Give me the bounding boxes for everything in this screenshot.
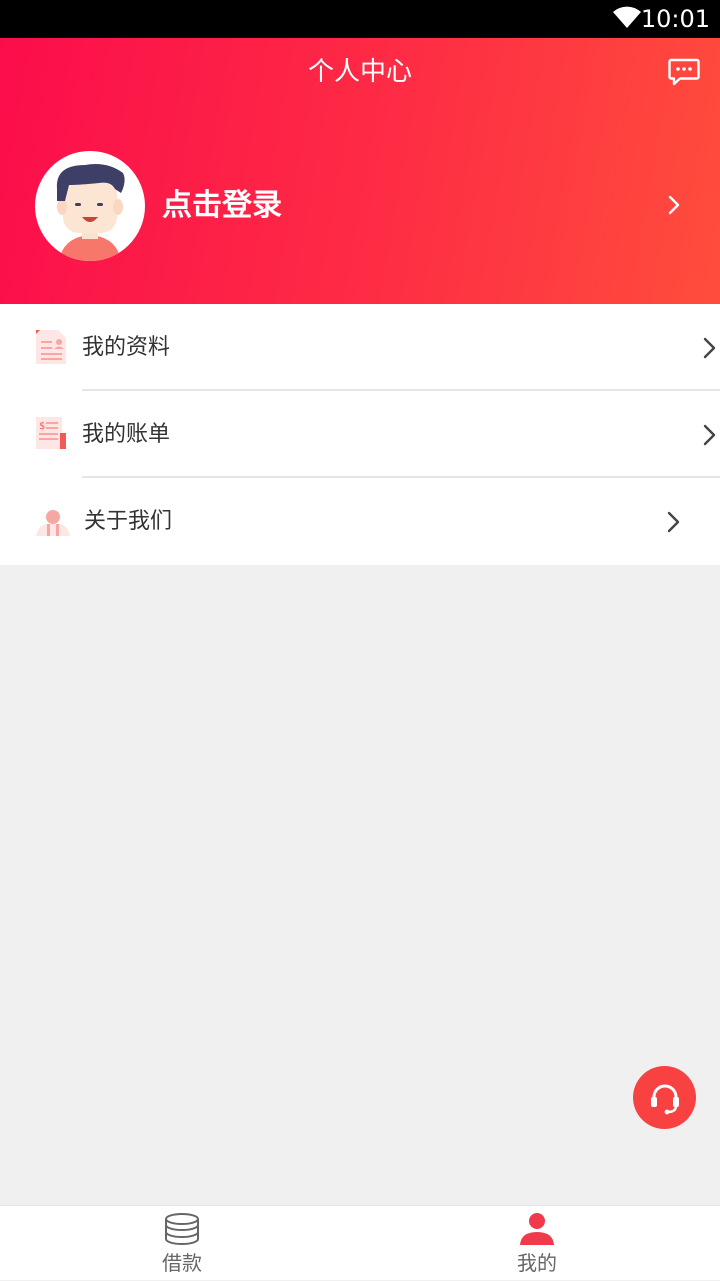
- bill-icon: $: [36, 417, 66, 449]
- headset-icon: [650, 1084, 679, 1114]
- tab-borrow[interactable]: 借款: [122, 1206, 242, 1281]
- coins-stack-icon: [165, 1213, 199, 1245]
- message-button[interactable]: [664, 54, 704, 90]
- login-prompt[interactable]: 点击登录: [162, 184, 282, 228]
- menu-label: 我的账单: [82, 422, 171, 447]
- wifi-icon: [613, 6, 641, 28]
- tab-mine[interactable]: 我的: [477, 1206, 597, 1281]
- profile-doc-icon: [36, 330, 66, 364]
- profile-header: 个人中心 点击登录: [0, 38, 720, 304]
- menu-item-my-profile[interactable]: 我的资料: [0, 304, 720, 391]
- status-bar: 10:01: [0, 0, 720, 38]
- avatar[interactable]: [35, 151, 145, 261]
- menu-item-about-us[interactable]: 关于我们: [0, 478, 720, 565]
- chevron-right-icon: [703, 424, 716, 446]
- svg-text:$: $: [39, 421, 45, 432]
- clock: 10:01: [640, 5, 710, 33]
- tab-label: 我的: [517, 1251, 557, 1275]
- about-us-icon: [36, 510, 70, 536]
- person-icon: [520, 1213, 554, 1245]
- menu-list: 我的资料 $ 我的账单 关于我们: [0, 304, 720, 565]
- menu-item-my-bill[interactable]: $ 我的账单: [0, 391, 720, 478]
- customer-service-button[interactable]: [633, 1066, 696, 1129]
- menu-label: 我的资料: [82, 335, 171, 360]
- chevron-right-icon: [667, 511, 680, 533]
- chevron-right-icon: [703, 337, 716, 359]
- bottom-tab-bar: 借款 我的: [0, 1205, 720, 1280]
- message-icon: [668, 58, 700, 86]
- avatar-illustration: [56, 164, 125, 261]
- tab-label: 借款: [162, 1251, 202, 1275]
- chevron-right-icon[interactable]: [662, 190, 686, 220]
- menu-label: 关于我们: [84, 509, 173, 534]
- page-title: 个人中心: [307, 57, 412, 87]
